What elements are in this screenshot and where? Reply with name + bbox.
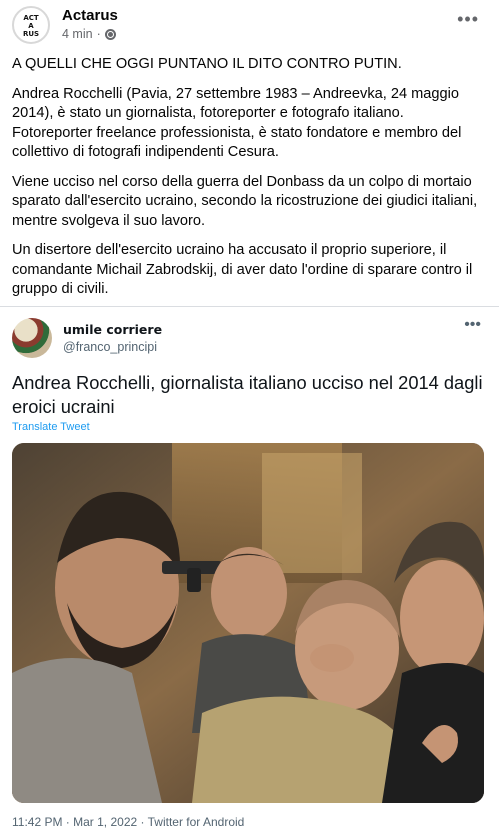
tweet-author-name[interactable]: umile corriere [63,322,162,337]
post-body: A QUELLI CHE OGGI PUNTANO IL DITO CONTRO… [12,55,482,310]
tweet-text: Andrea Rocchelli, giornalista italiano u… [12,372,483,417]
post-meta: 4 min · [62,27,116,41]
post-author[interactable]: Actarus [62,7,118,24]
tweet-author-handle[interactable]: @franco_principi [63,340,157,354]
post-paragraph-3: Viene ucciso nel corso della guerra del … [12,173,478,229]
tweet-timestamp[interactable]: 11:42 PM · Mar 1, 2022 · Twitter for And… [12,815,244,829]
group-photo-image [12,443,484,803]
tweet-avatar[interactable] [12,318,52,358]
divider [0,306,499,307]
post-time[interactable]: 4 min [62,27,93,41]
tweet-photo[interactable] [12,443,484,803]
page-avatar[interactable]: ACT A RUS [12,6,50,44]
more-horizontal-icon[interactable]: ••• [457,10,479,28]
avatar-logo-line-1: ACT [23,14,39,22]
post-paragraph-4: Un disertore dell'esercito ucraino ha ac… [12,242,473,297]
meta-separator: · [96,27,101,41]
globe-icon [104,28,116,40]
post-paragraph-1: A QUELLI CHE OGGI PUNTANO IL DITO CONTRO… [12,56,402,72]
avatar-logo-line-3: RUS [22,30,40,38]
tweet-more-icon[interactable]: ••• [464,317,481,333]
translate-tweet-link[interactable]: Translate Tweet [12,421,90,433]
post-header: ACT A RUS Actarus 4 min · ••• [12,6,487,46]
post-paragraph-2: Andrea Rocchelli (Pavia, 27 settembre 19… [12,85,462,161]
avatar-logo-line-2: A [28,22,34,30]
tweet-header: umile corriere @franco_principi ••• [12,317,487,362]
